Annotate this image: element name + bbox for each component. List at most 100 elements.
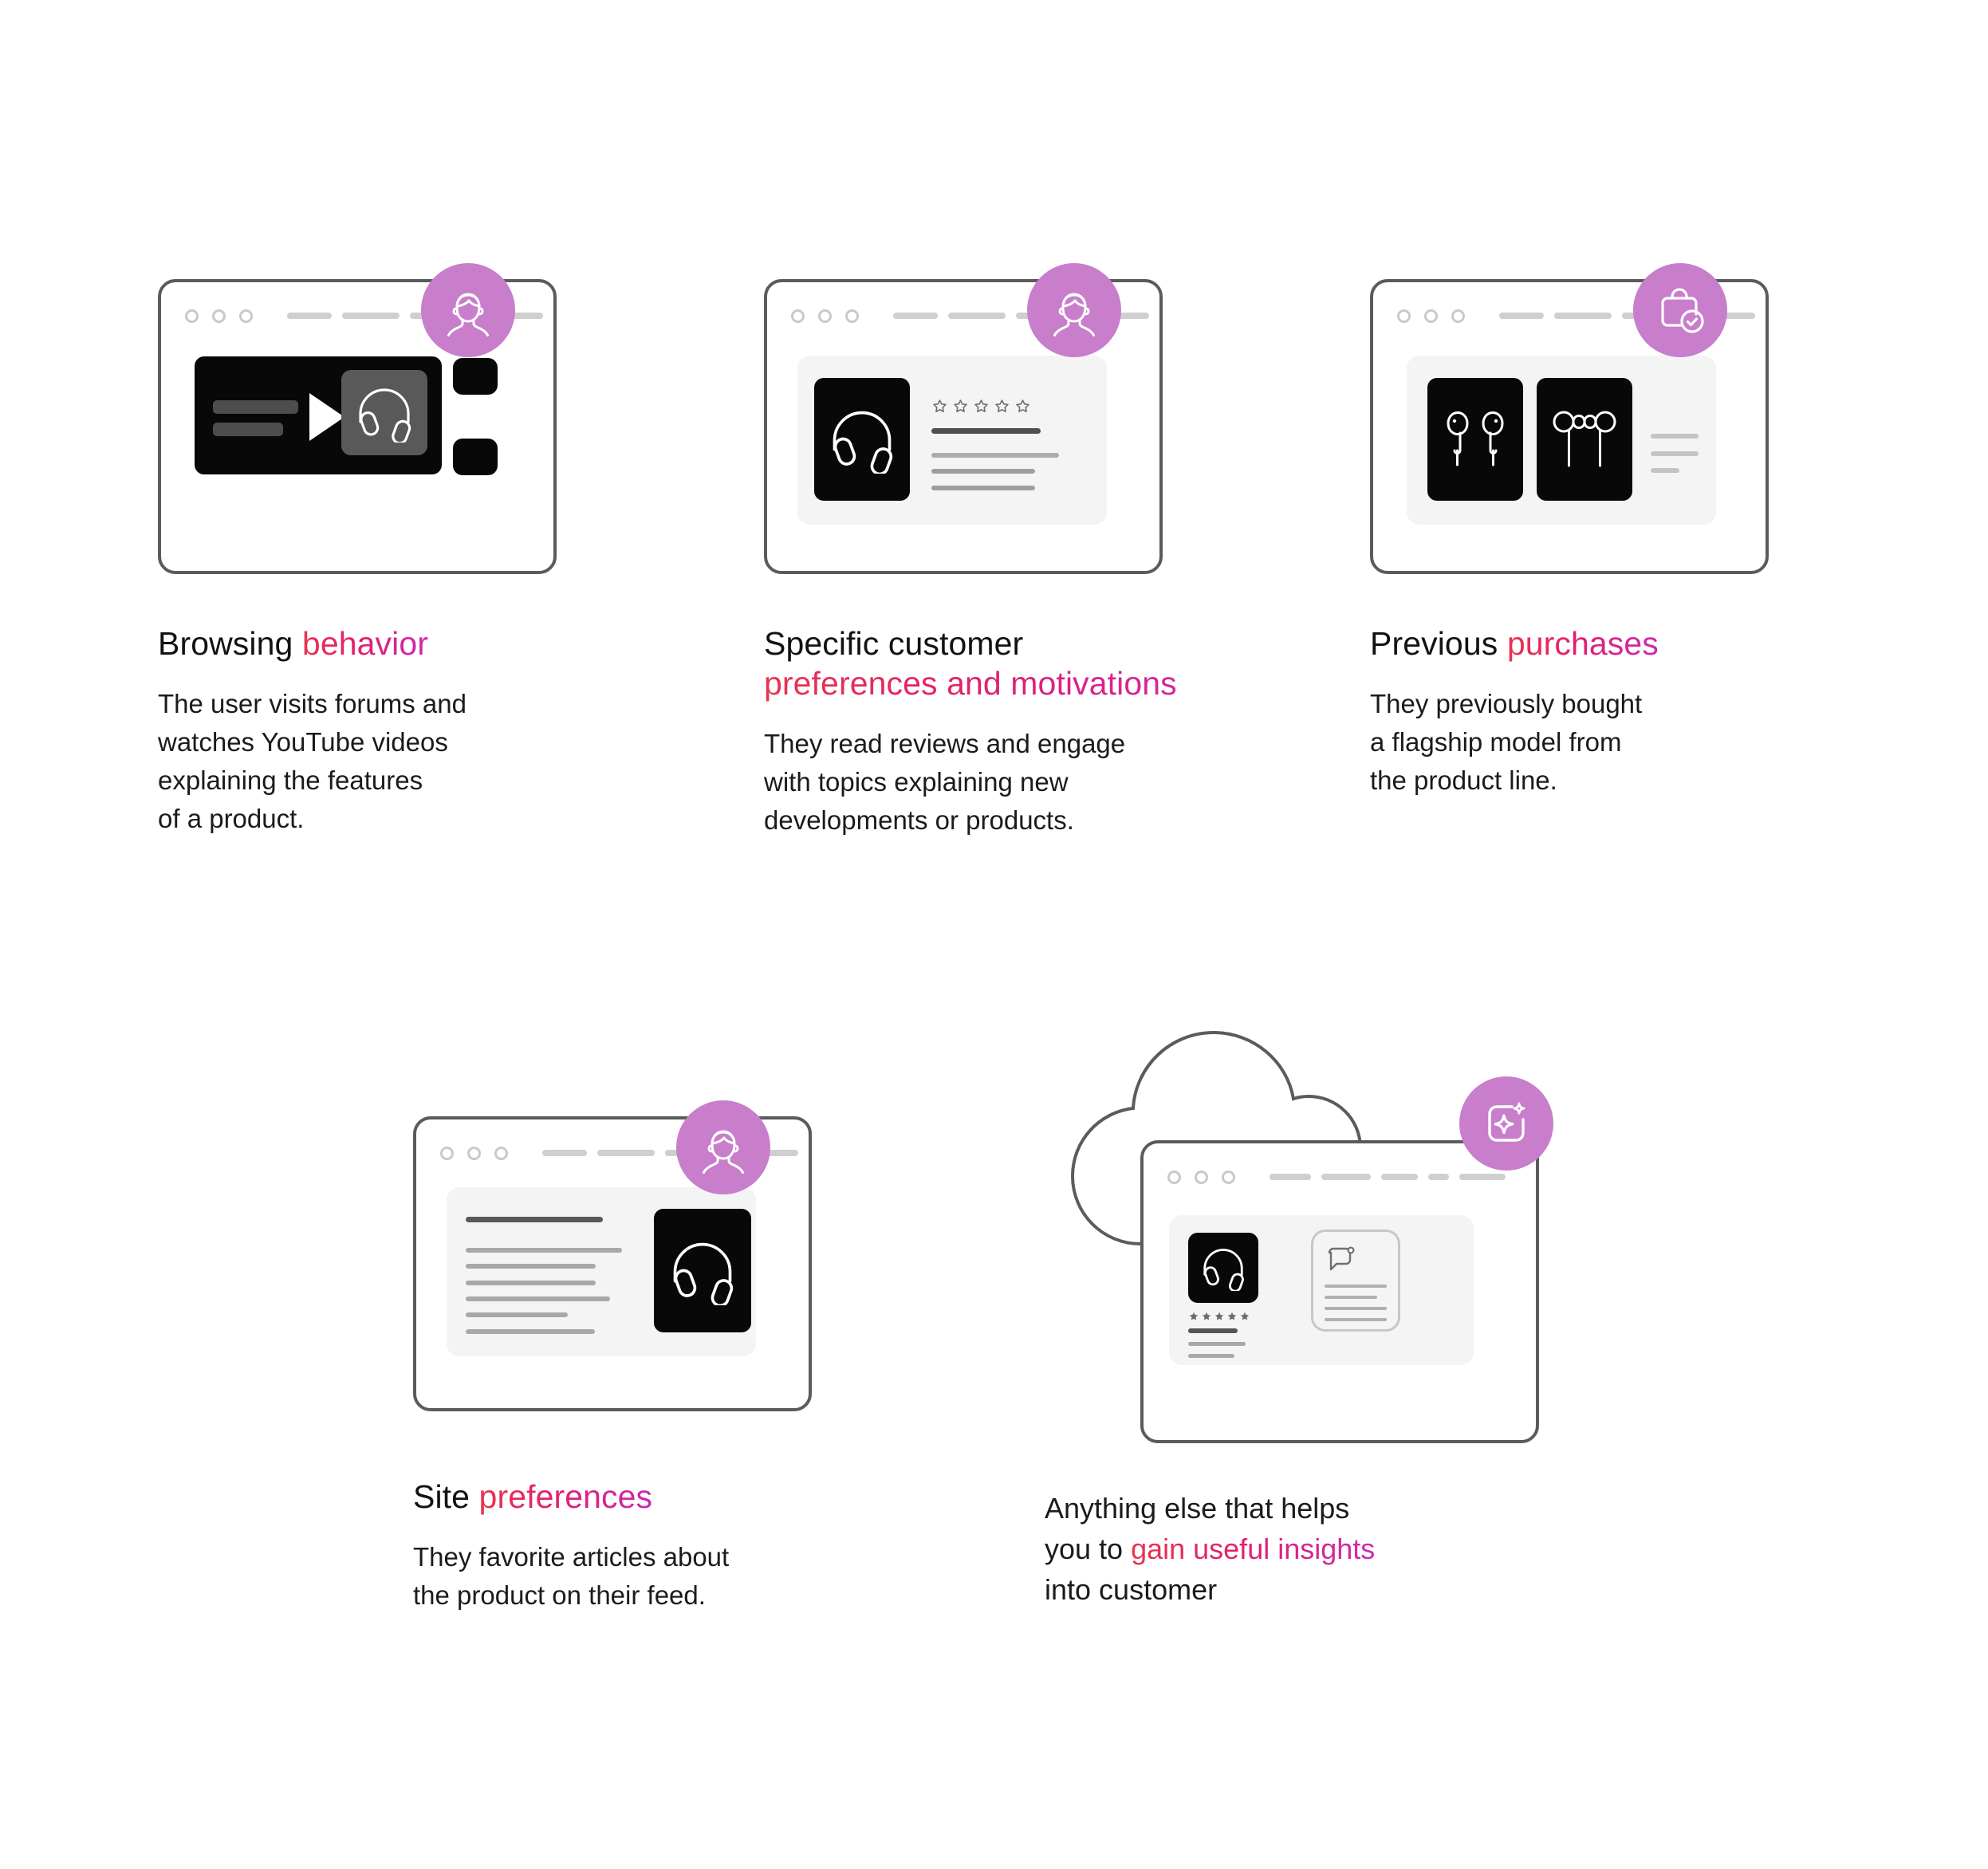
body-line: They favorite articles about bbox=[413, 1542, 730, 1572]
window-dot bbox=[494, 1147, 508, 1160]
nav-segment bbox=[342, 313, 400, 319]
video-text-bar bbox=[213, 423, 283, 436]
insight-text-line bbox=[1188, 1328, 1238, 1333]
card-previous-purchases: Previous purchases They previously bough… bbox=[1370, 263, 1817, 795]
window-dot bbox=[1397, 309, 1411, 323]
play-icon[interactable] bbox=[309, 393, 344, 441]
text-browsing-behavior: Browsing behavior The user visits forums… bbox=[158, 624, 573, 837]
card-headline: Specific customer preferences and motiva… bbox=[764, 624, 1242, 703]
nav-segment bbox=[893, 313, 938, 319]
illustration-purchased-products-window bbox=[1370, 263, 1817, 582]
window-dot bbox=[1195, 1171, 1208, 1184]
review-text-line bbox=[1325, 1296, 1377, 1299]
rating-stars bbox=[931, 398, 1031, 415]
body-line: watches YouTube videos bbox=[158, 726, 448, 757]
headline-accent: behavior bbox=[301, 625, 428, 662]
review-text-line bbox=[931, 453, 1059, 458]
headline-accent: preferences bbox=[478, 1478, 653, 1515]
star-filled-icon bbox=[1189, 1312, 1199, 1320]
card-headline: Previous purchases bbox=[1370, 624, 1785, 663]
headline-plain: Browsing bbox=[158, 625, 302, 662]
card-body: They previously bought a flagship model … bbox=[1370, 685, 1785, 800]
product-tile[interactable] bbox=[1188, 1233, 1258, 1303]
card-customer-insights: Anything else that helps you to gain use… bbox=[1045, 981, 1603, 1606]
article-text-line bbox=[466, 1264, 596, 1269]
user-avatar-badge bbox=[421, 263, 515, 357]
article-text-line bbox=[466, 1281, 596, 1285]
video-text-bar bbox=[213, 400, 298, 414]
window-dot bbox=[440, 1147, 454, 1160]
star-filled-icon bbox=[1202, 1312, 1211, 1320]
window-controls bbox=[1167, 1171, 1235, 1184]
side-block[interactable] bbox=[453, 358, 498, 395]
card-site-preferences: Site preferences They favorite articles … bbox=[413, 1100, 860, 1610]
body-line: the product line. bbox=[1370, 765, 1557, 795]
star-filled-icon bbox=[1214, 1312, 1224, 1320]
article-text-line bbox=[466, 1248, 622, 1253]
window-dot bbox=[1167, 1171, 1181, 1184]
rating-stars bbox=[1188, 1311, 1250, 1322]
card-customer-preferences: Specific customer preferences and motiva… bbox=[764, 263, 1226, 835]
headphones-icon bbox=[673, 1242, 734, 1305]
card-headline: Browsing behavior bbox=[158, 624, 573, 663]
headline-accent: purchases bbox=[1506, 625, 1659, 662]
card-body: The user visits forums and watches YouTu… bbox=[158, 685, 573, 837]
window-dot bbox=[467, 1147, 481, 1160]
shopping-bag-check-icon bbox=[1661, 288, 1704, 333]
review-text-line bbox=[931, 428, 1041, 434]
headphones-icon bbox=[1203, 1249, 1244, 1291]
illustration-product-review-window bbox=[764, 263, 1226, 582]
illustration-cloud-insights-window bbox=[1045, 981, 1603, 1443]
in-ear-earphones-icon bbox=[1553, 411, 1616, 467]
headphones-icon bbox=[359, 388, 411, 443]
user-avatar-icon bbox=[1053, 293, 1095, 336]
article-text-line bbox=[466, 1312, 568, 1317]
review-text-line bbox=[1325, 1285, 1387, 1288]
body-line: They read reviews and engage bbox=[764, 729, 1126, 759]
nav-segment bbox=[1459, 1174, 1506, 1180]
nav-segment bbox=[1554, 313, 1612, 319]
card-browsing-behavior: Browsing behavior The user visits forums… bbox=[158, 263, 604, 833]
star-outline-icon bbox=[974, 399, 988, 412]
body-line: the product on their feed. bbox=[413, 1580, 706, 1610]
review-text-line bbox=[931, 469, 1035, 474]
nav-segment bbox=[1381, 1174, 1418, 1180]
headline-accent: preferences and motivations bbox=[764, 663, 1242, 703]
nav-segment bbox=[1428, 1174, 1449, 1180]
body-line: of a product. bbox=[158, 803, 305, 833]
shopping-bag-check-badge bbox=[1633, 263, 1727, 357]
product-tile-inear[interactable] bbox=[1537, 378, 1632, 501]
star-filled-icon bbox=[1227, 1312, 1237, 1320]
review-card[interactable] bbox=[1311, 1230, 1400, 1332]
card-body: They read reviews and engage with topics… bbox=[764, 725, 1242, 840]
ai-sparkle-icon bbox=[1488, 1102, 1525, 1142]
product-tile-earbuds[interactable] bbox=[1427, 378, 1523, 501]
body-line: a flagship model from bbox=[1370, 726, 1622, 757]
body-line-plain: you to bbox=[1045, 1533, 1132, 1566]
window-dot bbox=[845, 309, 859, 323]
card-body: They favorite articles about the product… bbox=[413, 1538, 860, 1615]
window-dot bbox=[1451, 309, 1465, 323]
nav-segment bbox=[1499, 313, 1544, 319]
review-text-line bbox=[1325, 1307, 1387, 1310]
side-block[interactable] bbox=[453, 439, 498, 475]
article-text-line bbox=[466, 1296, 610, 1301]
body-line: into customer bbox=[1045, 1573, 1218, 1607]
nav-segment bbox=[1321, 1174, 1371, 1180]
body-line: They previously bought bbox=[1370, 689, 1643, 719]
body-line: you to gain useful insights bbox=[1045, 1529, 1555, 1569]
text-site-preferences: Site preferences They favorite articles … bbox=[413, 1477, 860, 1615]
review-text-line bbox=[1325, 1318, 1387, 1321]
nav-segment bbox=[948, 313, 1006, 319]
nav-segment bbox=[597, 1150, 655, 1156]
product-text-line bbox=[1651, 451, 1699, 456]
window-controls bbox=[1397, 309, 1465, 323]
product-tile[interactable] bbox=[814, 378, 910, 501]
body-line: with topics explaining new bbox=[764, 766, 1069, 797]
nav-segment bbox=[542, 1150, 587, 1156]
window-dot bbox=[239, 309, 253, 323]
product-tile[interactable] bbox=[654, 1209, 751, 1332]
insight-text-line bbox=[1188, 1354, 1234, 1358]
user-avatar-icon bbox=[447, 293, 489, 336]
body-line: The user visits forums and bbox=[158, 689, 466, 719]
